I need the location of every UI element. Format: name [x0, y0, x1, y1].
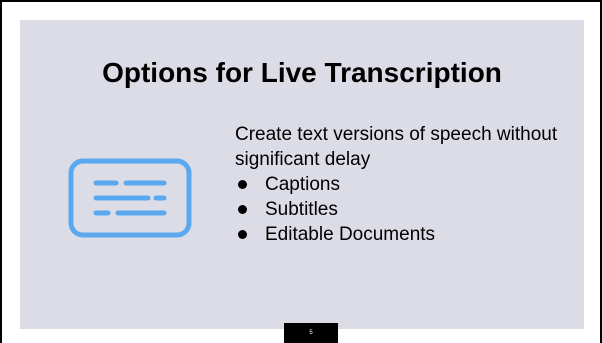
bullet-dot-icon	[238, 205, 247, 214]
slide: Options for Live Transcription Create te…	[20, 20, 584, 329]
body-text: Create text versions of speech without s…	[235, 124, 558, 170]
bullet-text: Subtitles	[265, 199, 338, 220]
bullet-item: Subtitles	[235, 197, 565, 222]
bullet-dot-icon	[238, 180, 247, 189]
slide-title: Options for Live Transcription	[102, 57, 502, 88]
page-number: 5	[284, 323, 338, 343]
slide-body: Create text versions of speech without s…	[235, 122, 565, 247]
subtitles-icon	[68, 158, 192, 238]
bullet-text: Captions	[265, 174, 340, 195]
bullet-list: Captions Subtitles Editable Documents	[235, 172, 565, 247]
bullet-dot-icon	[238, 230, 247, 239]
bullet-text: Editable Documents	[265, 224, 436, 245]
slide-frame: Options for Live Transcription Create te…	[0, 0, 602, 343]
bullet-item: Editable Documents	[235, 222, 565, 247]
bullet-item: Captions	[235, 172, 565, 197]
